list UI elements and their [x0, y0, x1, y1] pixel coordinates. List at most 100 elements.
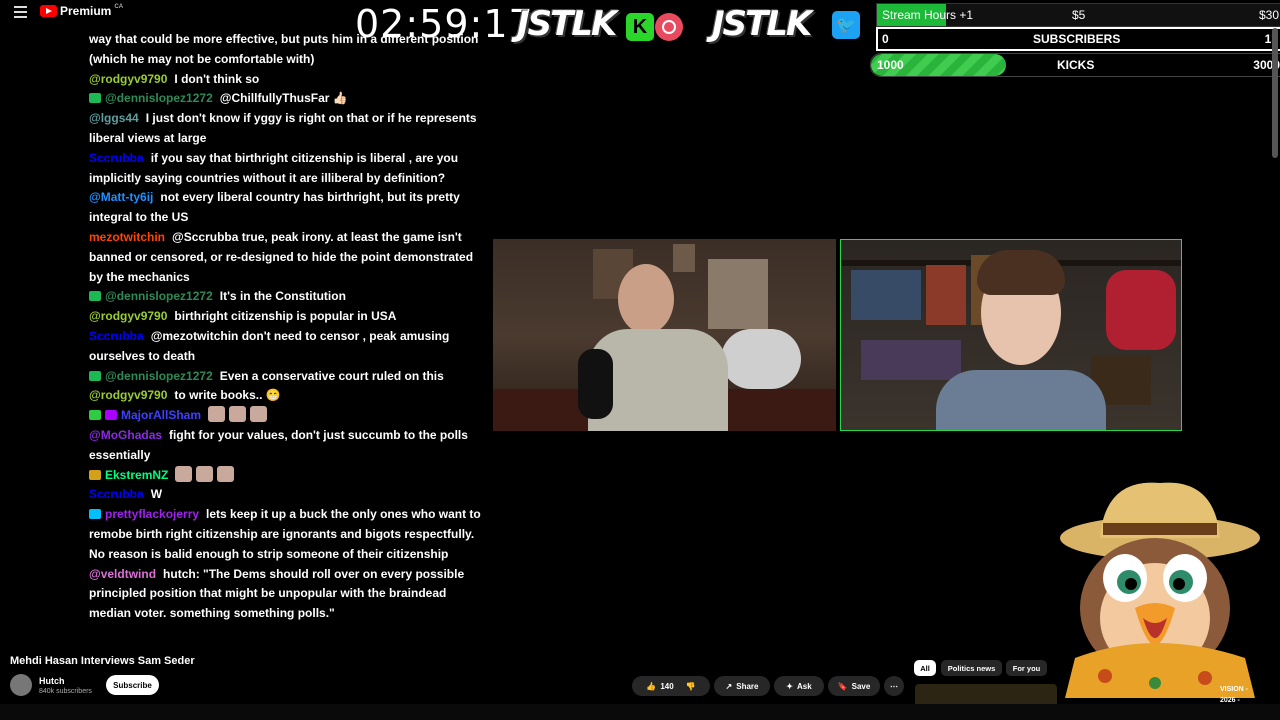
chat-message: @Matt-ty6ij not every liberal country has…: [89, 188, 489, 228]
like-button[interactable]: 👍 140 👎: [632, 676, 710, 696]
chat-username[interactable]: @dennislopez1272: [105, 289, 213, 303]
chat-username[interactable]: @veldtwind: [89, 567, 156, 581]
chat-username[interactable]: @Matt-ty6ij: [89, 190, 153, 204]
chat-username[interactable]: Sccrubba: [89, 487, 144, 501]
chat-overlay: way that could be more effective, but pu…: [89, 30, 489, 624]
chat-username[interactable]: EkstremNZ: [105, 468, 168, 482]
scrollbar[interactable]: [1272, 28, 1278, 158]
chat-text: It's in the Constitution: [219, 289, 346, 304]
more-options-icon[interactable]: ⋯: [884, 676, 904, 696]
chat-username[interactable]: MajorAllSham: [121, 408, 201, 422]
chat-message: prettyflackojerry lets keep it up a buck …: [89, 505, 489, 564]
chat-message: @dennislopez1272 It's in the Constitution: [89, 287, 489, 307]
kick-icon: K: [626, 13, 654, 41]
chat-badge-icon: [89, 469, 101, 480]
chat-text: if you say that birthright citizenship i…: [89, 150, 459, 185]
brand-logo-kick: JSTLK: [517, 4, 617, 44]
chat-message: MajorAllSham: [89, 406, 489, 426]
share-icon: ↗: [725, 681, 733, 691]
chat-text: way that could be more effective, but pu…: [89, 32, 479, 66]
region-label: CA: [114, 4, 124, 10]
goal-mid: $5: [1072, 8, 1086, 22]
video-title: Mehdi Hasan Interviews Sam Seder: [10, 655, 195, 667]
chat-message: @dennislopez1272 Even a conservative cour…: [89, 367, 489, 387]
brand-logo-twitter: JSTLK: [712, 4, 812, 44]
channel-name[interactable]: Hutch: [39, 676, 65, 686]
chat-message: Sccrubba W: [89, 485, 489, 505]
chat-text: birthright citizenship is popular in USA: [174, 309, 397, 324]
owl-mascot-image: [1060, 482, 1260, 698]
chat-username[interactable]: @dennislopez1272: [105, 91, 213, 105]
chat-username[interactable]: prettyflackojerry: [105, 507, 199, 521]
logo-text: Premium: [60, 4, 112, 18]
chat-message: mezotwitchin @Sccrubba true, peak irony. …: [89, 228, 489, 287]
chat-message: @MoGhadas fight for your values, don't ju…: [89, 426, 489, 466]
chat-emote-icon: [217, 465, 235, 482]
chat-message: @veldtwind hutch: "The Dems should roll o…: [89, 565, 489, 624]
goal-subscribers: 0 SUBSCRIBERS 15: [876, 27, 1280, 51]
subscriber-count: 840k subscribers: [39, 688, 92, 695]
chat-username[interactable]: @dennislopez1272: [105, 369, 213, 383]
chat-badge-icon: [89, 370, 101, 381]
chat-username[interactable]: @lggs44: [89, 111, 139, 125]
chat-text: @ChillfullyThusFar 👍🏻: [219, 91, 348, 106]
chip-all[interactable]: All: [914, 660, 936, 676]
save-button[interactable]: 🔖 Save: [828, 676, 880, 696]
chat-text: I don't think so: [174, 71, 260, 86]
youtube-logo[interactable]: Premium CA: [40, 4, 123, 18]
goal-label: SUBSCRIBERS: [1033, 32, 1121, 46]
youtube-play-icon: [40, 5, 57, 17]
goal-end: $30: [1258, 8, 1279, 22]
goal-label: Stream Hours +1: [882, 8, 974, 22]
share-button[interactable]: ↗ Share: [714, 676, 770, 696]
thumbs-down-icon[interactable]: 👎: [686, 682, 696, 691]
ask-button[interactable]: ✦ Ask: [774, 676, 824, 696]
menu-icon[interactable]: [14, 6, 27, 18]
chat-message: @dennislopez1272 @ChillfullyThusFar 👍🏻: [89, 89, 489, 109]
goal-start: 0: [882, 32, 889, 46]
sparkle-icon: ✦: [786, 681, 793, 691]
chat-emote-icon: [175, 465, 193, 482]
goal-label: KICKS: [1057, 58, 1095, 72]
chat-emote-icon: [229, 406, 247, 423]
chat-username[interactable]: @rodgyv9790: [89, 388, 167, 402]
share-label: Share: [736, 681, 759, 691]
goal-kicks: 1000 KICKS 3000: [870, 53, 1280, 77]
chat-username[interactable]: mezotwitchin: [89, 230, 165, 244]
webcam-left: [493, 239, 836, 431]
chat-username[interactable]: Sccrubba: [89, 329, 144, 343]
chat-username[interactable]: @rodgyv9790: [89, 72, 167, 86]
chat-message: Sccrubba if you say that birthright citiz…: [89, 149, 489, 189]
webcam-right: [840, 239, 1182, 431]
goal-stream-hours: Stream Hours +1 $5 $30: [876, 3, 1280, 27]
goal-start: 1000: [877, 58, 904, 72]
chat-username[interactable]: Sccrubba: [89, 151, 144, 165]
subscribe-button[interactable]: Subscribe: [106, 675, 159, 695]
chip-politics-news[interactable]: Politics news: [941, 660, 1002, 676]
save-label: Save: [851, 681, 871, 691]
chat-badge-icon: [105, 410, 117, 421]
recommended-title[interactable]: VISION - 2026 -: [1220, 684, 1248, 706]
chat-username[interactable]: @MoGhadas: [89, 428, 162, 442]
chat-emote-icon: [196, 465, 214, 482]
chat-badge-icon: [89, 509, 101, 520]
chip-for-you[interactable]: For you: [1006, 660, 1047, 676]
twitter-icon: 🐦: [832, 11, 860, 39]
chat-text: W: [150, 487, 163, 502]
chat-text: to write books.. 😁: [174, 388, 281, 403]
chat-emote-icon: [250, 406, 268, 423]
like-count: 140: [660, 681, 674, 691]
chat-message: Sccrubba @mezotwitchin don't need to cens…: [89, 327, 489, 367]
chat-message: @lggs44 I just don't know if yggy is righ…: [89, 109, 489, 149]
chat-emote-icon: [208, 406, 226, 423]
chat-message: way that could be more effective, but pu…: [89, 30, 489, 70]
record-icon: [655, 13, 683, 41]
channel-avatar[interactable]: [10, 674, 32, 696]
chat-message: @rodgyv9790 to write books.. 😁: [89, 386, 489, 406]
thumbs-up-icon: 👍: [646, 681, 657, 691]
bookmark-icon: 🔖: [837, 681, 848, 691]
chat-badge-icon: [89, 410, 101, 421]
chat-username[interactable]: @rodgyv9790: [89, 309, 167, 323]
ask-label: Ask: [797, 681, 812, 691]
chat-message: @rodgyv9790 I don't think so: [89, 70, 489, 90]
